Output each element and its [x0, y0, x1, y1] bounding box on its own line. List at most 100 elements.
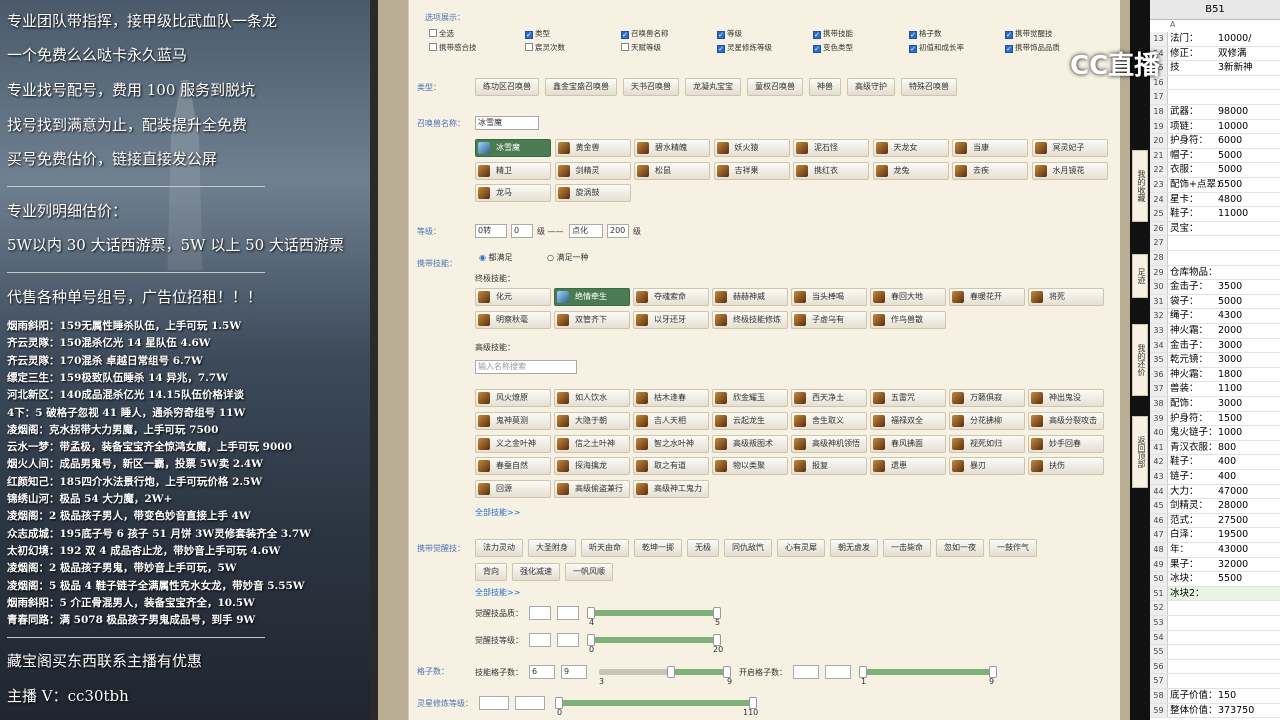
adv-skill-item[interactable]: 回源 [475, 480, 551, 499]
wake-skill-button[interactable]: 听天由命 [581, 539, 629, 557]
pet-item[interactable]: 龙兔 [872, 161, 949, 180]
sheet-row[interactable]: 32 绳子： 4300 [1150, 309, 1280, 324]
sheet-row[interactable]: 26 灵宝： [1150, 221, 1280, 237]
final-skill-item[interactable]: 以牙还牙 [633, 310, 709, 329]
adv-skill-item[interactable]: 信之土叶神 [554, 434, 630, 453]
adv-skill-item[interactable]: 遗患 [870, 457, 946, 476]
all-skills-link[interactable]: 全部技能>> [475, 507, 520, 518]
sheet-row[interactable]: 34 金击子： 3000 [1150, 338, 1280, 354]
final-skill-item[interactable]: 作鸟兽散 [870, 310, 946, 329]
final-skill-item[interactable]: 终极技能修炼 [712, 310, 788, 329]
final-skill-item[interactable]: 绝情牵生 [554, 288, 630, 306]
option-checkbox[interactable]: 携带感合技 [429, 42, 477, 53]
adv-skill-item[interactable]: 高级偷盗兼行 [554, 480, 630, 499]
adv-skill-item[interactable]: 义之金叶神 [475, 434, 551, 453]
adv-skill-item[interactable]: 高级神工鬼力 [633, 480, 709, 499]
sheet-row[interactable]: 51 冰块2： [1150, 586, 1280, 602]
adv-skill-item[interactable]: 报复 [791, 457, 867, 476]
sheet-row[interactable]: 39 护身符： 1500 [1150, 411, 1280, 427]
adv-skill-item[interactable]: 物以类聚 [712, 457, 788, 476]
sheet-row[interactable]: 24 星卡： 4800 [1150, 192, 1280, 208]
wake-level-max[interactable] [557, 633, 579, 647]
final-skill-item[interactable]: 春回大地 [870, 288, 946, 306]
sheet-row[interactable]: 37 兽装： 1100 [1150, 382, 1280, 397]
wake-quality-max[interactable] [557, 606, 579, 620]
sheet-row[interactable]: 23 配饰+点翠： 6500 [1150, 178, 1280, 193]
adv-skill-item[interactable]: 吉人天相 [633, 411, 709, 430]
spirit-max[interactable] [515, 696, 545, 710]
sheet-row[interactable]: 13 法门： 10000/ [1150, 32, 1280, 47]
wake-level-min[interactable] [529, 633, 551, 647]
wake-skill-button[interactable]: 法力灵动 [475, 539, 523, 557]
sheet-row[interactable]: 33 神火霜： 2000 [1150, 324, 1280, 339]
tab-favorites[interactable]: 我的收藏 [1132, 150, 1148, 222]
final-skill-item[interactable]: 子虚乌有 [791, 310, 867, 329]
wake-level-slider[interactable] [587, 634, 721, 646]
adv-skill-item[interactable]: 高级神机领悟 [791, 434, 867, 453]
tab-history[interactable]: 足迹 [1132, 254, 1148, 298]
open-grid-min[interactable] [793, 665, 819, 679]
sheet-row[interactable]: 22 衣服： 5000 [1150, 163, 1280, 178]
pet-item[interactable]: 松鼠 [634, 161, 710, 180]
type-button[interactable]: 练功区召唤兽 [475, 78, 539, 96]
sheet-row[interactable]: 28 [1150, 251, 1280, 266]
wake-skill-button[interactable]: 一击毙命 [883, 539, 931, 557]
skill-grid-max[interactable]: 9 [561, 665, 587, 679]
final-skill-item[interactable]: 将死 [1028, 288, 1104, 306]
final-skill-item[interactable]: 双管齐下 [554, 310, 630, 329]
option-checkbox[interactable]: ✓ 等级 [717, 28, 742, 39]
pet-item[interactable]: 泥石怪 [793, 139, 869, 157]
final-skill-item[interactable]: 夺魂索命 [633, 288, 709, 306]
pet-item[interactable]: 剑精灵 [554, 161, 631, 180]
sheet-row[interactable]: 41 青汉衣服： 800 [1150, 440, 1280, 456]
option-checkbox[interactable]: ✓ 格子数 [909, 28, 942, 39]
adv-skill-item[interactable]: 大隐于朝 [554, 411, 630, 430]
adv-skill-search[interactable]: 输入名称搜索 [475, 360, 577, 374]
pet-item[interactable]: 妖火猿 [713, 139, 790, 157]
pet-item[interactable]: 精卫 [475, 161, 551, 180]
wake-skill-button[interactable]: 无极 [687, 539, 719, 557]
sheet-row[interactable]: 44 大力： 47000 [1150, 484, 1280, 500]
adv-skill-item[interactable]: 春蚕自然 [475, 457, 551, 476]
adv-skill-item[interactable]: 鬼神莫测 [475, 411, 551, 430]
sheet-row[interactable]: 15 技 3新新神 [1150, 61, 1280, 76]
wake-skill-button[interactable]: 背向 [475, 563, 507, 581]
sheet-row[interactable]: 21 帽子： 5000 [1150, 148, 1280, 164]
sheet-row[interactable]: 43 链子： 400 [1150, 470, 1280, 485]
type-button[interactable]: 童权召唤兽 [747, 78, 803, 96]
option-checkbox[interactable]: ✓ 召唤兽名称 [621, 28, 669, 39]
sheet-row[interactable]: 31 袋子： 5000 [1150, 294, 1280, 310]
adv-skill-item[interactable]: 神出鬼没 [1028, 389, 1104, 407]
sheet-row[interactable]: 14 修正： 双修满 [1150, 46, 1280, 62]
pet-item[interactable]: 当康 [952, 139, 1028, 157]
type-button[interactable]: 鑫金宝盛召唤兽 [545, 78, 617, 96]
option-checkbox[interactable]: ✓ 初值和成长率 [909, 42, 964, 53]
tab-my-offers[interactable]: 我的还价 [1132, 324, 1148, 396]
level-max-input[interactable]: 200 [607, 224, 629, 238]
adv-skill-item[interactable]: 风火燎原 [475, 389, 551, 407]
sheet-row[interactable]: 56 [1150, 659, 1280, 675]
adv-skill-item[interactable]: 妙手回春 [1028, 434, 1104, 453]
adv-skill-item[interactable]: 如人饮水 [554, 389, 630, 407]
adv-skill-item[interactable]: 春风拂面 [870, 434, 946, 453]
type-button[interactable]: 高级守护 [847, 78, 895, 96]
pet-item[interactable]: 冰雪魔 [475, 139, 551, 157]
sheet-row[interactable]: 57 [1150, 674, 1280, 689]
level-transform-select[interactable]: 点化 [569, 224, 603, 238]
sheet-row[interactable]: 53 [1150, 616, 1280, 631]
sheet-row[interactable]: 50 冰块： 5500 [1150, 572, 1280, 587]
all-wake-link[interactable]: 全部技能>> [475, 587, 520, 598]
open-grid-slider[interactable] [859, 666, 997, 678]
sheet-row[interactable]: 48 年： 43000 [1150, 543, 1280, 558]
adv-skill-item[interactable]: 欣金耀玉 [712, 389, 788, 407]
adv-skill-item[interactable]: 舍生取义 [791, 411, 867, 430]
pet-item[interactable]: 去疾 [952, 161, 1028, 180]
wake-skill-button[interactable]: 同仇敌忾 [724, 539, 772, 557]
adv-skill-item[interactable]: 福禄双全 [870, 411, 946, 430]
pet-item[interactable]: 天龙女 [872, 139, 949, 157]
adv-skill-item[interactable]: 视死如归 [949, 434, 1025, 453]
wake-skill-button[interactable]: 朝无虚发 [830, 539, 878, 557]
pet-name-input[interactable]: 冰雪魔 [475, 116, 539, 130]
skill-grid-min[interactable]: 6 [529, 665, 555, 679]
sheet-row[interactable]: 27 [1150, 236, 1280, 251]
